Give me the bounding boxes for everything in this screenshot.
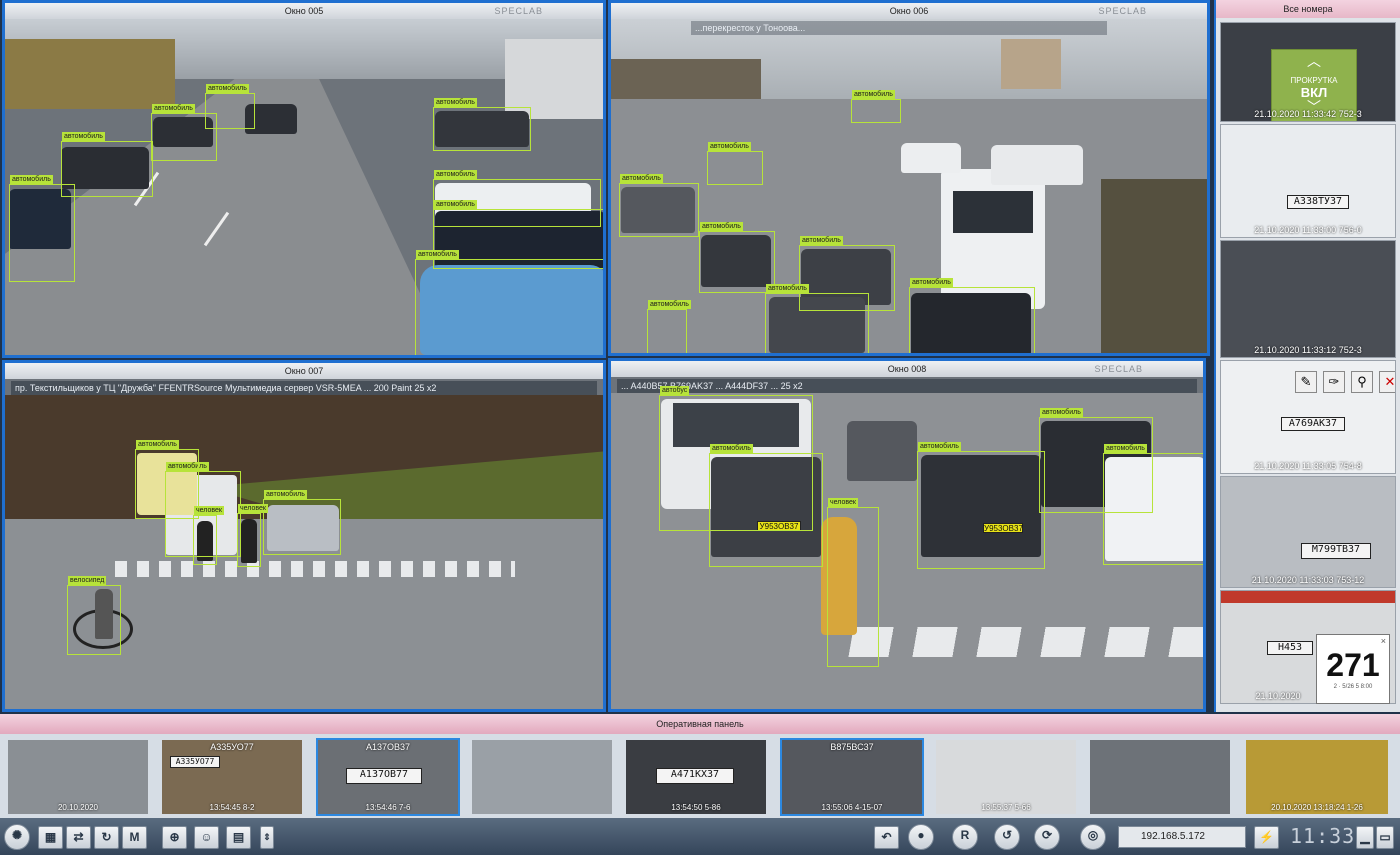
cards-icon[interactable]: ▤ [226, 826, 251, 849]
plate-shot[interactable]: М799ТВ37 21.10.2020 11:33:03 753-12 [1220, 476, 1396, 588]
detection-box: автомобиль [205, 84, 255, 129]
shot-tools: ✎ ✑ ⚲ ✕ [1295, 371, 1395, 393]
event-thumbnail[interactable]: 13:55:37 5-66 [934, 738, 1078, 816]
plate-shot[interactable]: 21.10.2020 11:33:12 752-3 [1220, 240, 1396, 358]
camera-tile-005[interactable]: Окно 005 SPECLAB автомобиль автомобиль а… [2, 0, 606, 358]
panel-header: Все номера [1216, 0, 1400, 18]
grid-layout-icon[interactable]: ▦ [38, 826, 63, 849]
plate-shot[interactable]: А338ТУ37 21.10.2020 11:33:00 756-0 [1220, 124, 1396, 238]
plates-feed-panel: Все номера ︿ ПРОКРУТКА ВКЛ ﹀ 21.10.2020 … [1214, 0, 1400, 712]
operational-panel: Оперативная панель 20.10.2020 А335УО77 А… [0, 714, 1400, 818]
plate-counter[interactable]: × 271 2 · 5/26 5 8:00 [1316, 634, 1390, 704]
event-thumbnail[interactable]: А137ОВ37 А137ОВ77 13:54:46 7-6 [316, 738, 460, 816]
camera-info-overlay: ...перекресток у Тоноова... [691, 21, 1107, 35]
record-mode-icon[interactable]: R [952, 824, 978, 850]
back-icon[interactable]: ↶ [874, 826, 899, 849]
detection-box: автомобиль [647, 300, 691, 353]
camera-view: автомобиль автомобиль автомобиль автомоб… [5, 19, 603, 355]
detection-box: автомобиль [709, 444, 823, 567]
map-button[interactable]: M [122, 826, 147, 849]
detection-box: автомобиль [699, 222, 775, 293]
detection-box: автомобиль [263, 490, 341, 555]
detection-box: автомобиль [917, 442, 1045, 569]
speed-icon[interactable]: ↺ [994, 824, 1020, 850]
zoom-icon[interactable]: ⚲ [1351, 371, 1373, 393]
lightning-icon[interactable]: ⚡ [1254, 826, 1279, 849]
chevron-up-icon[interactable]: ︿ [1272, 54, 1356, 68]
car-icon[interactable]: ⊕ [162, 826, 187, 849]
detection-box: автомобиль [1103, 444, 1203, 565]
status-icon[interactable]: ◎ [1080, 824, 1106, 850]
detection-box: автомобиль [851, 90, 901, 123]
close-icon[interactable]: × [1381, 636, 1386, 646]
brand-logo: SPECLAB [1094, 364, 1143, 374]
users-icon[interactable]: ☺ [194, 826, 219, 849]
server-address-field[interactable]: 192.168.5.172 [1118, 826, 1246, 848]
brand-logo: SPECLAB [494, 6, 543, 16]
refresh-icon[interactable]: ↻ [94, 826, 119, 849]
event-thumbnail[interactable] [470, 738, 614, 816]
tile-title: Окно 007 [5, 363, 603, 379]
video-surveillance-window: Окно 005 SPECLAB автомобиль автомобиль а… [0, 0, 1400, 855]
pen-icon[interactable]: ✎ [1295, 371, 1317, 393]
bottom-toolbar: ✺ ▦ ⇄ ↻ M ⊕ ☺ ▤ ⇕ ↶ ● R ↺ ⟳ ◎ 192.168.5.… [0, 818, 1400, 855]
event-thumbnail[interactable]: 20.10.2020 13:18:24 1-26 [1244, 738, 1390, 816]
detection-box: автомобиль [909, 278, 1035, 353]
detection-box: человек [237, 504, 268, 567]
window-icon[interactable]: ▭ [1376, 826, 1394, 849]
license-plate: А769АК37 [1281, 417, 1345, 431]
event-thumbnail[interactable]: А335УО77 А335УО77 13:54:45 8-2 [160, 738, 304, 816]
license-plate: Н453 [1267, 641, 1313, 655]
sequence-icon[interactable]: ⇄ [66, 826, 91, 849]
event-thumbnail[interactable]: А471КХ37 13:54:50 5-86 [624, 738, 768, 816]
logo-icon[interactable]: ✺ [4, 824, 30, 850]
event-thumbnail[interactable]: 20.10.2020 [6, 738, 150, 816]
brand-logo: SPECLAB [1098, 6, 1147, 16]
camera-view: автомобиль автомобиль автомобиль человек… [5, 379, 603, 709]
delete-icon[interactable]: ✕ [1379, 371, 1395, 393]
detection-box: автомобиль [433, 98, 531, 151]
camera-tile-007[interactable]: Окно 007 пр. Текстильщиков у ТЦ "Дружба"… [2, 360, 606, 712]
panel-header: Оперативная панель [0, 714, 1400, 734]
detection-box: автомобиль [707, 142, 763, 185]
detection-box: велосипед [67, 576, 121, 655]
license-plate: М799ТВ37 [1301, 543, 1371, 559]
camera-tile-008[interactable]: Окно 008 SPECLAB ... A440B57 B769AK37 ..… [608, 358, 1206, 712]
detection-box: автомобиль [619, 174, 699, 237]
clock: 11:33 [1290, 824, 1356, 848]
camera-view: ...перекресток у Тоноова... автомобиль а… [611, 19, 1207, 353]
plate-shot[interactable]: ✎ ✑ ⚲ ✕ А769АК37 21.10.2020 11:33:05 754… [1220, 360, 1396, 474]
detection-box: человек [193, 506, 224, 565]
sync-icon[interactable]: ⟳ [1034, 824, 1060, 850]
marker-icon[interactable]: ✑ [1323, 371, 1345, 393]
detection-box: автомобиль [415, 250, 603, 355]
event-thumbnail[interactable] [1088, 738, 1232, 816]
record-indicator-icon[interactable]: ● [908, 824, 934, 850]
detection-box: автомобиль [9, 175, 75, 282]
detection-box: человек [827, 498, 879, 667]
camera-tile-006[interactable]: Окно 006 SPECLAB ...перекресток у Тоноов… [608, 0, 1210, 356]
minimize-icon[interactable]: ▁ [1356, 826, 1374, 849]
detection-box: автомобиль [135, 440, 199, 519]
detection-box: автомобиль [765, 284, 869, 353]
event-thumbnail[interactable]: В875ВС37 13:55:06 4-15-07 [780, 738, 924, 816]
plate-shot[interactable]: ︿ ПРОКРУТКА ВКЛ ﹀ 21.10.2020 11:33:42 75… [1220, 22, 1396, 122]
license-plate: А338ТУ37 [1287, 195, 1349, 209]
chevron-updown-icon[interactable]: ⇕ [260, 826, 274, 849]
camera-view: У953ОВ37 У953ОВ37 автобус автомобиль авт… [611, 377, 1203, 709]
